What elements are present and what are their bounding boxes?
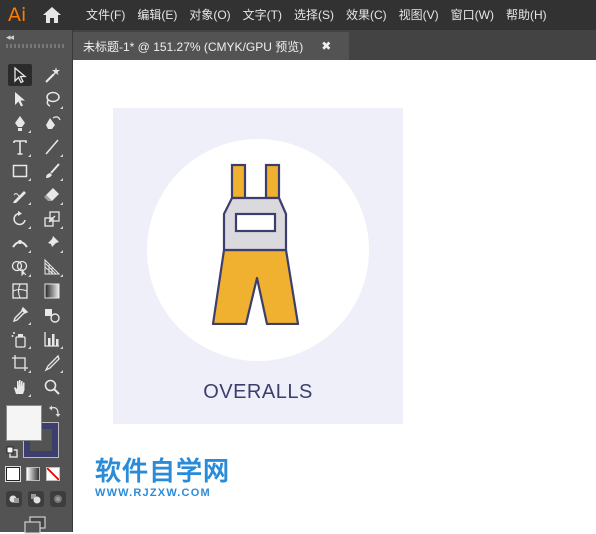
paintbrush-icon xyxy=(46,163,60,178)
menu-help[interactable]: 帮助(H) xyxy=(500,0,553,30)
hand-icon xyxy=(14,380,25,394)
fill-swatch[interactable] xyxy=(6,405,42,441)
document-tab-title: 未标题-1* @ 151.27% (CMYK/GPU 预览) xyxy=(83,39,304,54)
column-graph-tool[interactable] xyxy=(40,328,64,350)
eraser-tool[interactable] xyxy=(40,184,64,206)
menu-window[interactable]: 窗口(W) xyxy=(445,0,500,30)
width-tool[interactable] xyxy=(8,232,32,254)
draw-inside-button[interactable] xyxy=(50,491,66,507)
curvature-tool[interactable] xyxy=(40,112,64,134)
swap-fill-stroke-icon[interactable] xyxy=(48,404,62,418)
canvas[interactable]: OVERALLS 软件自学网 WWW.RJZXW.COM xyxy=(73,60,596,532)
menu-select[interactable]: 选择(S) xyxy=(288,0,340,30)
shaper-pencil-icon xyxy=(13,191,26,203)
home-icon[interactable] xyxy=(42,6,62,24)
pen-tool[interactable] xyxy=(8,112,32,134)
app-logo: Ai xyxy=(8,4,27,26)
color-mode-button[interactable] xyxy=(5,466,21,482)
menu-edit[interactable]: 编辑(E) xyxy=(131,0,183,30)
zoom-tool[interactable] xyxy=(40,376,64,398)
artwork-label[interactable]: OVERALLS xyxy=(113,381,403,404)
document-tab-bar: 未标题-1* @ 151.27% (CMYK/GPU 预览) ✖ xyxy=(73,30,596,60)
pin-icon xyxy=(46,236,59,249)
selection-arrow-icon xyxy=(14,66,27,84)
type-t-icon xyxy=(13,140,27,155)
rectangle-tool[interactable] xyxy=(8,160,32,182)
blend-icon xyxy=(45,309,60,323)
shape-builder-icon xyxy=(11,260,28,276)
draw-normal-icon xyxy=(9,495,19,503)
perspective-grid-tool[interactable] xyxy=(40,256,64,278)
magnifier-icon xyxy=(44,379,60,395)
watermark-url: WWW.RJZXW.COM xyxy=(95,487,211,499)
shape-builder-tool[interactable] xyxy=(8,256,32,278)
selection-tool[interactable] xyxy=(8,64,32,86)
shaper-tool[interactable] xyxy=(8,184,32,206)
paintbrush-tool[interactable] xyxy=(40,160,64,182)
draw-normal-button[interactable] xyxy=(6,491,22,507)
type-tool[interactable] xyxy=(8,136,32,158)
slice-tool[interactable] xyxy=(40,352,64,374)
overalls-icon[interactable] xyxy=(207,163,311,325)
document-tab[interactable]: 未标题-1* @ 151.27% (CMYK/GPU 预览) ✖ xyxy=(73,32,349,60)
close-icon[interactable]: ✖ xyxy=(321,39,331,53)
puppet-warp-tool[interactable] xyxy=(40,232,64,254)
blend-tool[interactable] xyxy=(40,304,64,326)
rotate-icon xyxy=(13,211,26,226)
line-segment-icon xyxy=(45,139,59,155)
artboard-icon xyxy=(12,355,28,371)
gradient-tool[interactable] xyxy=(40,280,64,302)
menu-effect[interactable]: 效果(C) xyxy=(340,0,393,30)
eyedropper-icon xyxy=(12,306,29,323)
watermark-title: 软件自学网 xyxy=(95,457,231,487)
hand-tool[interactable] xyxy=(8,376,32,398)
none-mode-button[interactable] xyxy=(46,467,60,481)
scale-icon xyxy=(44,211,60,227)
menu-object[interactable]: 对象(O) xyxy=(183,0,236,30)
watermark: 软件自学网 WWW.RJZXW.COM xyxy=(95,457,230,499)
magic-wand-icon xyxy=(45,67,60,83)
line-segment-tool[interactable] xyxy=(40,136,64,158)
artboard-tool[interactable] xyxy=(8,352,32,374)
gradient-icon xyxy=(44,283,60,299)
perspective-grid-icon xyxy=(44,258,61,275)
mesh-icon xyxy=(12,283,28,299)
draw-behind-button[interactable] xyxy=(28,491,44,507)
rotate-tool[interactable] xyxy=(8,208,32,230)
scale-tool[interactable] xyxy=(40,208,64,230)
artboard[interactable]: OVERALLS xyxy=(113,108,403,424)
mesh-tool[interactable] xyxy=(8,280,32,302)
draw-mode-row xyxy=(6,491,66,507)
lasso-tool[interactable] xyxy=(40,88,64,110)
screen-mode-icon[interactable] xyxy=(22,516,48,534)
direct-selection-icon xyxy=(15,92,25,107)
eraser-icon xyxy=(44,188,59,201)
gradient-mode-button[interactable] xyxy=(26,467,40,481)
eyedropper-tool[interactable] xyxy=(8,304,32,326)
slice-knife-icon xyxy=(44,354,60,372)
magic-wand-tool[interactable] xyxy=(40,64,64,86)
width-icon xyxy=(12,240,28,248)
tools-panel: ◂◂ xyxy=(0,30,73,534)
symbol-sprayer-icon xyxy=(11,332,26,348)
color-mode-row xyxy=(5,466,60,482)
rectangle-icon xyxy=(12,164,28,178)
menu-file[interactable]: 文件(F) xyxy=(80,0,131,30)
panel-collapse-button[interactable]: ◂◂ xyxy=(6,32,14,43)
panel-grip[interactable] xyxy=(6,44,66,48)
menu-type[interactable]: 文字(T) xyxy=(237,0,288,30)
lasso-icon xyxy=(46,91,60,107)
pen-nib-icon xyxy=(15,116,25,131)
draw-behind-icon xyxy=(31,494,41,504)
draw-inside-icon xyxy=(54,495,62,503)
default-colors-icon[interactable] xyxy=(6,446,18,458)
symbol-sprayer-tool[interactable] xyxy=(8,328,32,350)
column-graph-icon xyxy=(44,332,59,347)
direct-selection-tool[interactable] xyxy=(8,88,32,110)
curvature-pen-icon xyxy=(46,116,61,129)
menu-view[interactable]: 视图(V) xyxy=(393,0,445,30)
main-menu: 文件(F) 编辑(E) 对象(O) 文字(T) 选择(S) 效果(C) 视图(V… xyxy=(80,0,553,30)
menu-bar: Ai 文件(F) 编辑(E) 对象(O) 文字(T) 选择(S) 效果(C) 视… xyxy=(0,0,596,30)
